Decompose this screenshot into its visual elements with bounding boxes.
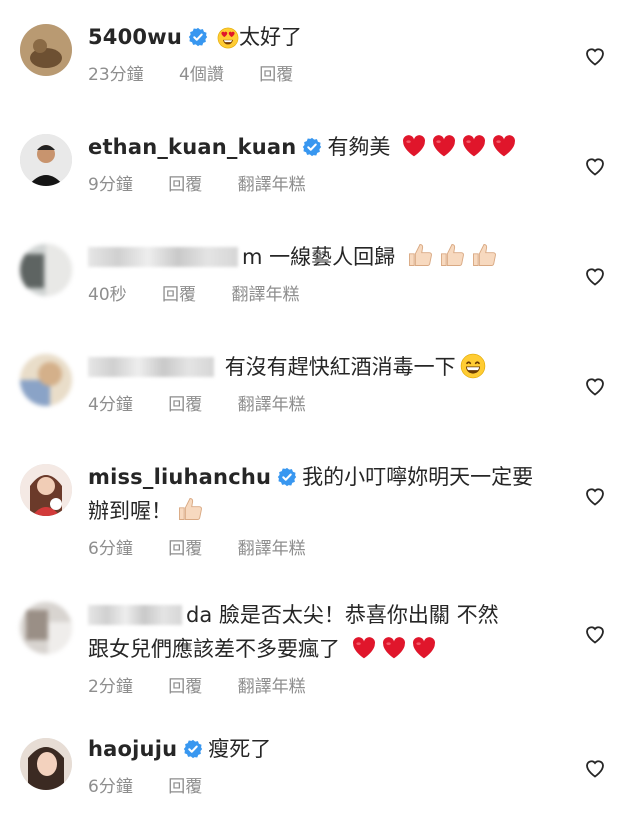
comment-text-continued: 辦到喔！ (88, 499, 172, 523)
reply-button[interactable]: 回覆 (168, 677, 202, 697)
thumbs-up-emoji-icon (438, 241, 466, 269)
timestamp: 2分鐘 (88, 677, 133, 697)
comment-text: 我的小叮嚀妳明天一定要 (302, 465, 534, 489)
username[interactable]: 5400wu (88, 25, 182, 49)
username[interactable]: m (242, 245, 262, 269)
comment-text: 太好了 (239, 25, 302, 49)
reply-button[interactable]: 回覆 (168, 395, 202, 415)
verified-badge-icon (188, 27, 208, 47)
avatar[interactable] (20, 602, 72, 654)
like-heart-icon[interactable] (583, 44, 607, 68)
username[interactable]: da (186, 603, 212, 627)
timestamp: 40秒 (88, 285, 127, 305)
emoji-row (390, 135, 517, 159)
reply-button[interactable]: 回覆 (259, 65, 293, 85)
like-heart-icon[interactable] (583, 622, 607, 646)
emoji-row (395, 245, 498, 269)
comment-text: 一線藝人回歸 (269, 245, 396, 269)
like-heart-icon[interactable] (583, 756, 607, 780)
comment-text: 瘦死了 (208, 737, 272, 761)
red-heart-emoji-icon (491, 133, 517, 159)
thumbs-up-emoji-icon (176, 495, 204, 523)
red-heart-emoji-icon (411, 635, 437, 661)
red-heart-emoji-icon (351, 635, 377, 661)
translate-button[interactable]: 翻譯年糕 (238, 539, 306, 559)
red-heart-emoji-icon (381, 635, 407, 661)
verified-badge-icon (183, 739, 203, 759)
translate-button[interactable]: 翻譯年糕 (238, 677, 306, 697)
thumbs-up-emoji-icon (406, 241, 434, 269)
comment-text: 有沒有趕快紅酒消毒一下 (224, 355, 456, 379)
verified-badge-icon (302, 137, 322, 157)
translate-button[interactable]: 翻譯年糕 (231, 285, 299, 305)
blurred-username (88, 605, 182, 625)
grinning-face-emoji-icon (460, 353, 486, 379)
reply-button[interactable]: 回覆 (168, 777, 202, 797)
emoji-row (340, 637, 437, 661)
like-heart-icon[interactable] (583, 374, 607, 398)
reply-button[interactable]: 回覆 (168, 175, 202, 195)
blurred-username (88, 357, 214, 377)
timestamp: 9分鐘 (88, 175, 133, 195)
like-heart-icon[interactable] (583, 154, 607, 178)
translate-button[interactable]: 翻譯年糕 (238, 395, 306, 415)
like-heart-icon[interactable] (583, 484, 607, 508)
username[interactable]: ethan_kuan_kuan (88, 135, 296, 159)
timestamp: 23分鐘 (88, 65, 144, 85)
username[interactable]: haojuju (88, 737, 177, 761)
likes-count[interactable]: 4個讚 (179, 65, 224, 85)
avatar[interactable] (20, 354, 72, 406)
avatar[interactable] (20, 464, 72, 516)
avatar[interactable] (20, 134, 72, 186)
blurred-username (88, 247, 238, 267)
red-heart-emoji-icon (431, 133, 457, 159)
red-heart-emoji-icon (401, 133, 427, 159)
red-heart-emoji-icon (461, 133, 487, 159)
timestamp: 6分鐘 (88, 777, 133, 797)
avatar[interactable] (20, 244, 72, 296)
timestamp: 6分鐘 (88, 539, 133, 559)
avatar[interactable] (20, 24, 72, 76)
comment-text: 臉是否太尖！恭喜你出關 不然 (218, 603, 499, 627)
thumbs-up-emoji-icon (470, 241, 498, 269)
avatar[interactable] (20, 738, 72, 790)
reply-button[interactable]: 回覆 (168, 539, 202, 559)
verified-badge-icon (277, 467, 297, 487)
comment-text: 有夠美 (327, 135, 391, 159)
translate-button[interactable]: 翻譯年糕 (238, 175, 306, 195)
heart-eyes-emoji-icon (217, 27, 239, 49)
reply-button[interactable]: 回覆 (162, 285, 196, 305)
like-heart-icon[interactable] (583, 264, 607, 288)
comment-text-continued: 跟女兒們應該差不多要瘋了 (88, 637, 340, 661)
timestamp: 4分鐘 (88, 395, 133, 415)
username[interactable]: miss_liuhanchu (88, 465, 271, 489)
